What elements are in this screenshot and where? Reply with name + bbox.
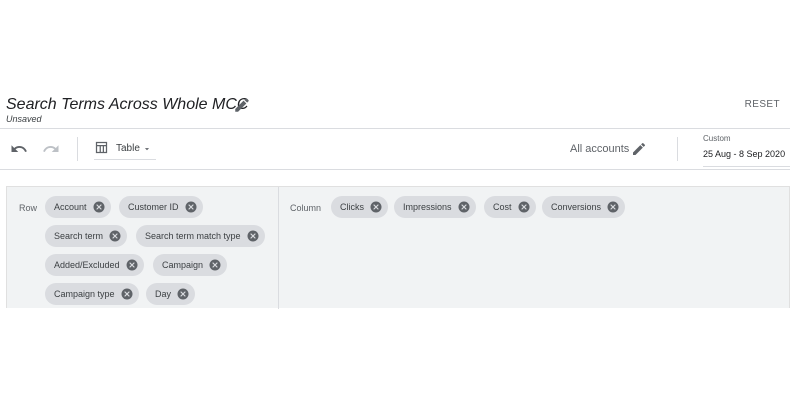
- view-selector[interactable]: Table: [94, 139, 156, 160]
- chip-label: Added/Excluded: [54, 260, 120, 270]
- caret-down-icon: [144, 148, 150, 151]
- chip-label: Account: [54, 202, 87, 212]
- column-chip-impressions[interactable]: Impressions: [394, 196, 476, 218]
- spacer: [0, 170, 790, 186]
- column-chip-clicks[interactable]: Clicks: [331, 196, 388, 218]
- close-circle-icon[interactable]: [209, 259, 221, 271]
- close-circle-icon[interactable]: [126, 259, 138, 271]
- reset-button[interactable]: RESET: [745, 99, 780, 110]
- row-chip-customer-id[interactable]: Customer ID: [119, 196, 203, 218]
- chip-label: Search term match type: [145, 231, 241, 241]
- row-chip-added-excluded[interactable]: Added/Excluded: [45, 254, 144, 276]
- toolbar-divider: [77, 137, 78, 161]
- row-chip-campaign[interactable]: Campaign: [153, 254, 228, 276]
- toolbar: Table All accounts Custom 25 Aug - 8 Sep…: [0, 129, 790, 170]
- pencil-icon[interactable]: [631, 141, 647, 157]
- save-status: Unsaved: [6, 114, 42, 124]
- close-circle-icon[interactable]: [458, 201, 470, 213]
- chip-label: Conversions: [551, 202, 602, 212]
- row-chip-search-term-match-type[interactable]: Search term match type: [136, 225, 265, 247]
- close-circle-icon[interactable]: [177, 288, 189, 300]
- close-circle-icon[interactable]: [93, 201, 105, 213]
- date-range-picker[interactable]: Custom 25 Aug - 8 Sep 2020: [703, 132, 790, 167]
- close-circle-icon[interactable]: [247, 230, 259, 242]
- chip-label: Clicks: [340, 202, 364, 212]
- column-chip-conversions[interactable]: Conversions: [542, 196, 626, 218]
- undo-icon[interactable]: [10, 140, 28, 158]
- table-icon: [95, 141, 108, 154]
- row-section-label: Row: [19, 203, 38, 213]
- date-range-label: Custom: [703, 134, 731, 143]
- chip-label: Search term: [54, 231, 104, 241]
- accounts-selector[interactable]: All accounts: [570, 143, 629, 155]
- redo-icon[interactable]: [42, 140, 60, 158]
- toolbar-divider: [677, 137, 678, 161]
- close-circle-icon[interactable]: [607, 201, 619, 213]
- row-chip-search-term[interactable]: Search term: [45, 225, 128, 247]
- blank-area: [0, 309, 790, 400]
- close-circle-icon[interactable]: [121, 288, 133, 300]
- row-chip-day[interactable]: Day: [146, 283, 196, 305]
- row-chip-campaign-type[interactable]: Campaign type: [45, 283, 139, 305]
- close-circle-icon[interactable]: [109, 230, 121, 242]
- report-builder: Row Column Account Customer ID Search te…: [6, 186, 790, 309]
- date-range-value: 25 Aug - 8 Sep 2020: [703, 149, 786, 159]
- chip-label: Day: [155, 289, 172, 299]
- view-selector-label: Table: [116, 143, 140, 154]
- chip-label: Cost: [493, 202, 512, 212]
- report-title[interactable]: Search Terms Across Whole MCC: [6, 96, 248, 114]
- column-section-label: Column: [290, 203, 322, 213]
- chip-label: Customer ID: [128, 202, 179, 212]
- chip-label: Campaign: [162, 260, 204, 270]
- close-circle-icon[interactable]: [518, 201, 530, 213]
- close-circle-icon[interactable]: [185, 201, 197, 213]
- chip-label: Impressions: [403, 202, 452, 212]
- column-chip-cost[interactable]: Cost: [484, 196, 536, 218]
- chip-label: Campaign type: [54, 289, 115, 299]
- report-header: Search Terms Across Whole MCC Unsaved RE…: [0, 88, 790, 129]
- pencil-icon[interactable]: [233, 96, 251, 114]
- row-chip-account[interactable]: Account: [45, 196, 111, 218]
- close-circle-icon[interactable]: [370, 201, 382, 213]
